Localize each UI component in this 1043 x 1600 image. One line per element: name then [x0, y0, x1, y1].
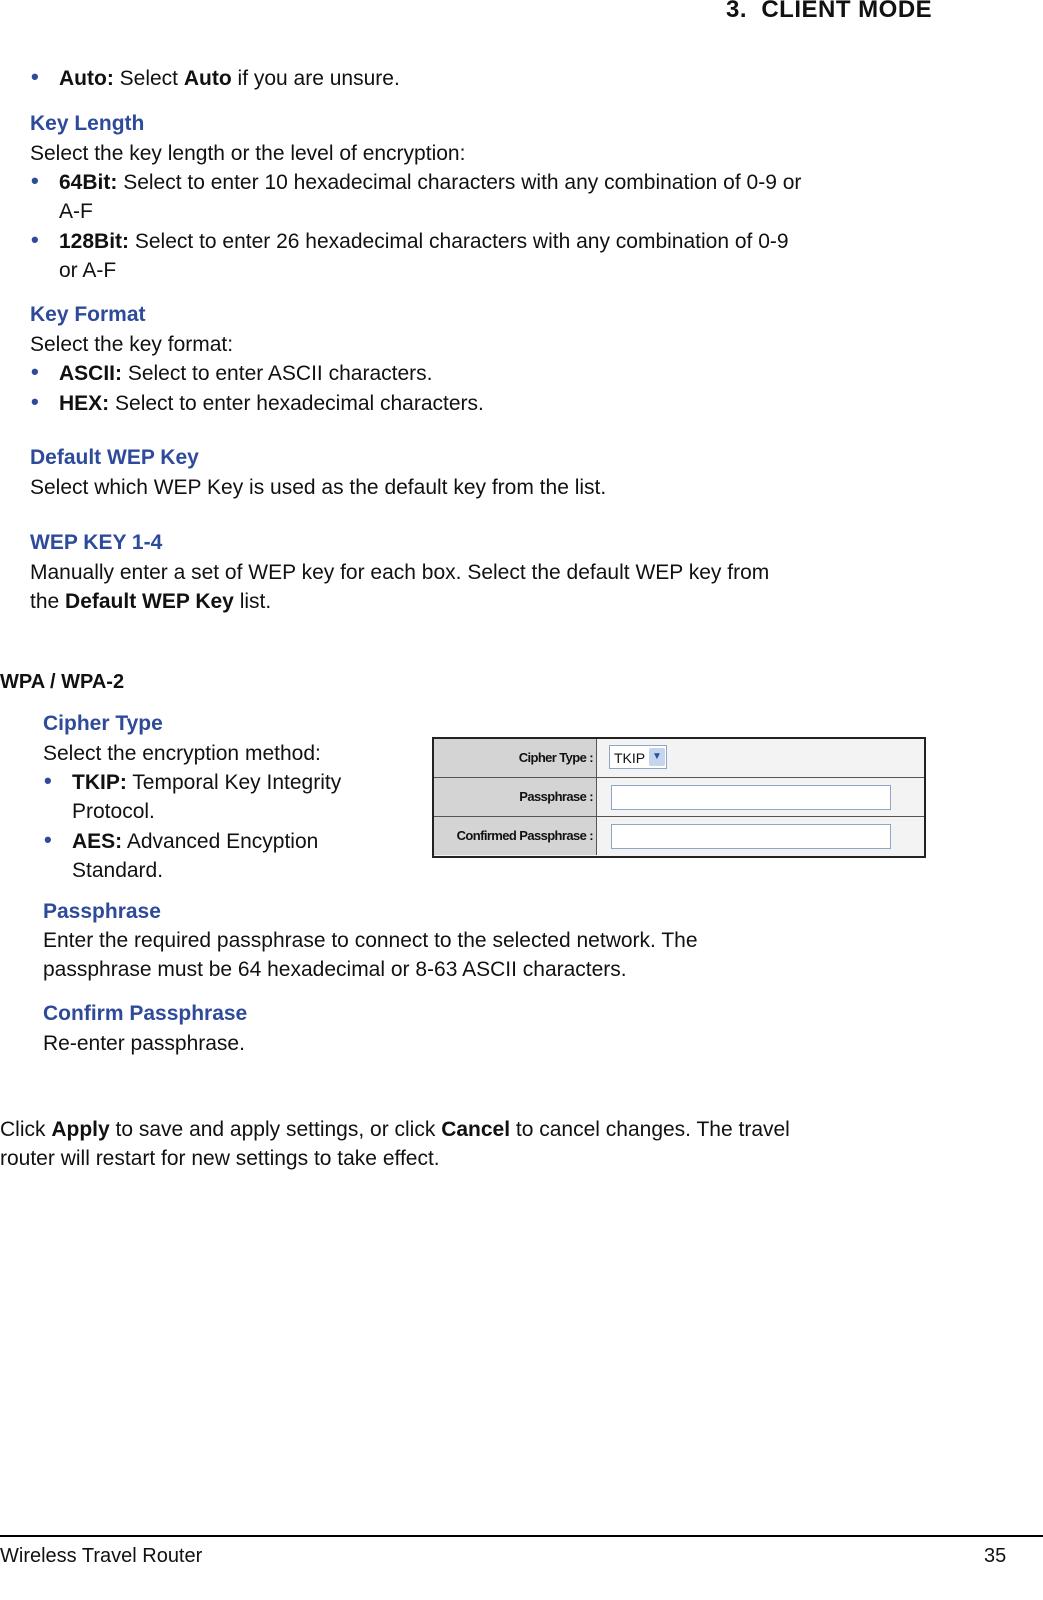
confirmed-passphrase-row: Confirmed Passphrase :	[434, 817, 924, 855]
cipher-type-value: TKIP	[614, 750, 646, 766]
passphrase-label: Passphrase :	[434, 778, 597, 816]
cipher-type-select[interactable]: TKIP ▼	[609, 745, 667, 769]
key-format-intro: Select the key format:	[30, 333, 234, 356]
bullet-icon: •	[44, 827, 52, 852]
bullet-icon: •	[44, 768, 52, 793]
bullet-icon: •	[31, 389, 39, 414]
chevron-down-icon[interactable]: ▼	[649, 748, 665, 766]
key-length-heading: Key Length	[30, 112, 145, 135]
page-number: 35	[984, 1545, 1007, 1567]
confirm-passphrase-heading: Confirm Passphrase	[43, 1002, 248, 1025]
passphrase-row: Passphrase :	[434, 778, 924, 817]
cipher-type-label: Cipher Type :	[434, 739, 597, 777]
passphrase-heading: Passphrase	[43, 900, 161, 923]
wpa-settings-form: Cipher Type : TKIP ▼ Passphrase : Confirm…	[432, 737, 926, 858]
passphrase-input[interactable]	[611, 785, 891, 810]
key-length-64bit: 64Bit: Select to enter 10 hexadecimal ch…	[59, 171, 802, 223]
bullet-icon: •	[31, 359, 39, 384]
bullet-icon: •	[31, 64, 39, 89]
cipher-aes: AES: Advanced Encyption Standard.	[72, 830, 319, 882]
confirmed-passphrase-label: Confirmed Passphrase :	[434, 817, 597, 855]
default-wep-key-heading: Default WEP Key	[30, 446, 199, 469]
footer-title: Wireless Travel Router	[0, 1545, 203, 1567]
chapter-title: 3. CLIENT MODE	[726, 0, 933, 23]
bullet-icon: •	[31, 168, 39, 193]
cipher-type-row: Cipher Type : TKIP ▼	[434, 739, 924, 778]
default-wep-key-text: Select which WEP Key is used as the defa…	[30, 476, 607, 499]
closing-text: Click Apply to save and apply settings, …	[0, 1118, 790, 1170]
cipher-type-heading: Cipher Type	[43, 712, 163, 735]
confirmed-passphrase-input[interactable]	[611, 824, 891, 849]
wep-key-heading: WEP KEY 1-4	[30, 531, 163, 554]
wep-key-text: Manually enter a set of WEP key for each…	[30, 561, 770, 613]
footer-divider	[0, 1535, 1043, 1537]
cipher-tkip: TKIP: Temporal Key Integrity Protocol.	[72, 771, 342, 823]
wpa-section-title: WPA / WPA-2	[0, 671, 125, 693]
confirm-passphrase-text: Re-enter passphrase.	[43, 1032, 245, 1055]
key-format-ascii: ASCII: Select to enter ASCII characters.	[59, 362, 433, 385]
cipher-type-intro: Select the encryption method:	[43, 742, 321, 765]
key-format-heading: Key Format	[30, 303, 146, 326]
passphrase-text: Enter the required passphrase to connect…	[43, 929, 698, 981]
key-length-intro: Select the key length or the level of en…	[30, 142, 466, 165]
bullet-icon: •	[31, 227, 39, 252]
key-format-hex: HEX: Select to enter hexadecimal charact…	[59, 392, 484, 415]
auto-item: Auto: Select Auto if you are unsure.	[59, 67, 400, 90]
key-length-128bit: 128Bit: Select to enter 26 hexadecimal c…	[59, 230, 789, 282]
